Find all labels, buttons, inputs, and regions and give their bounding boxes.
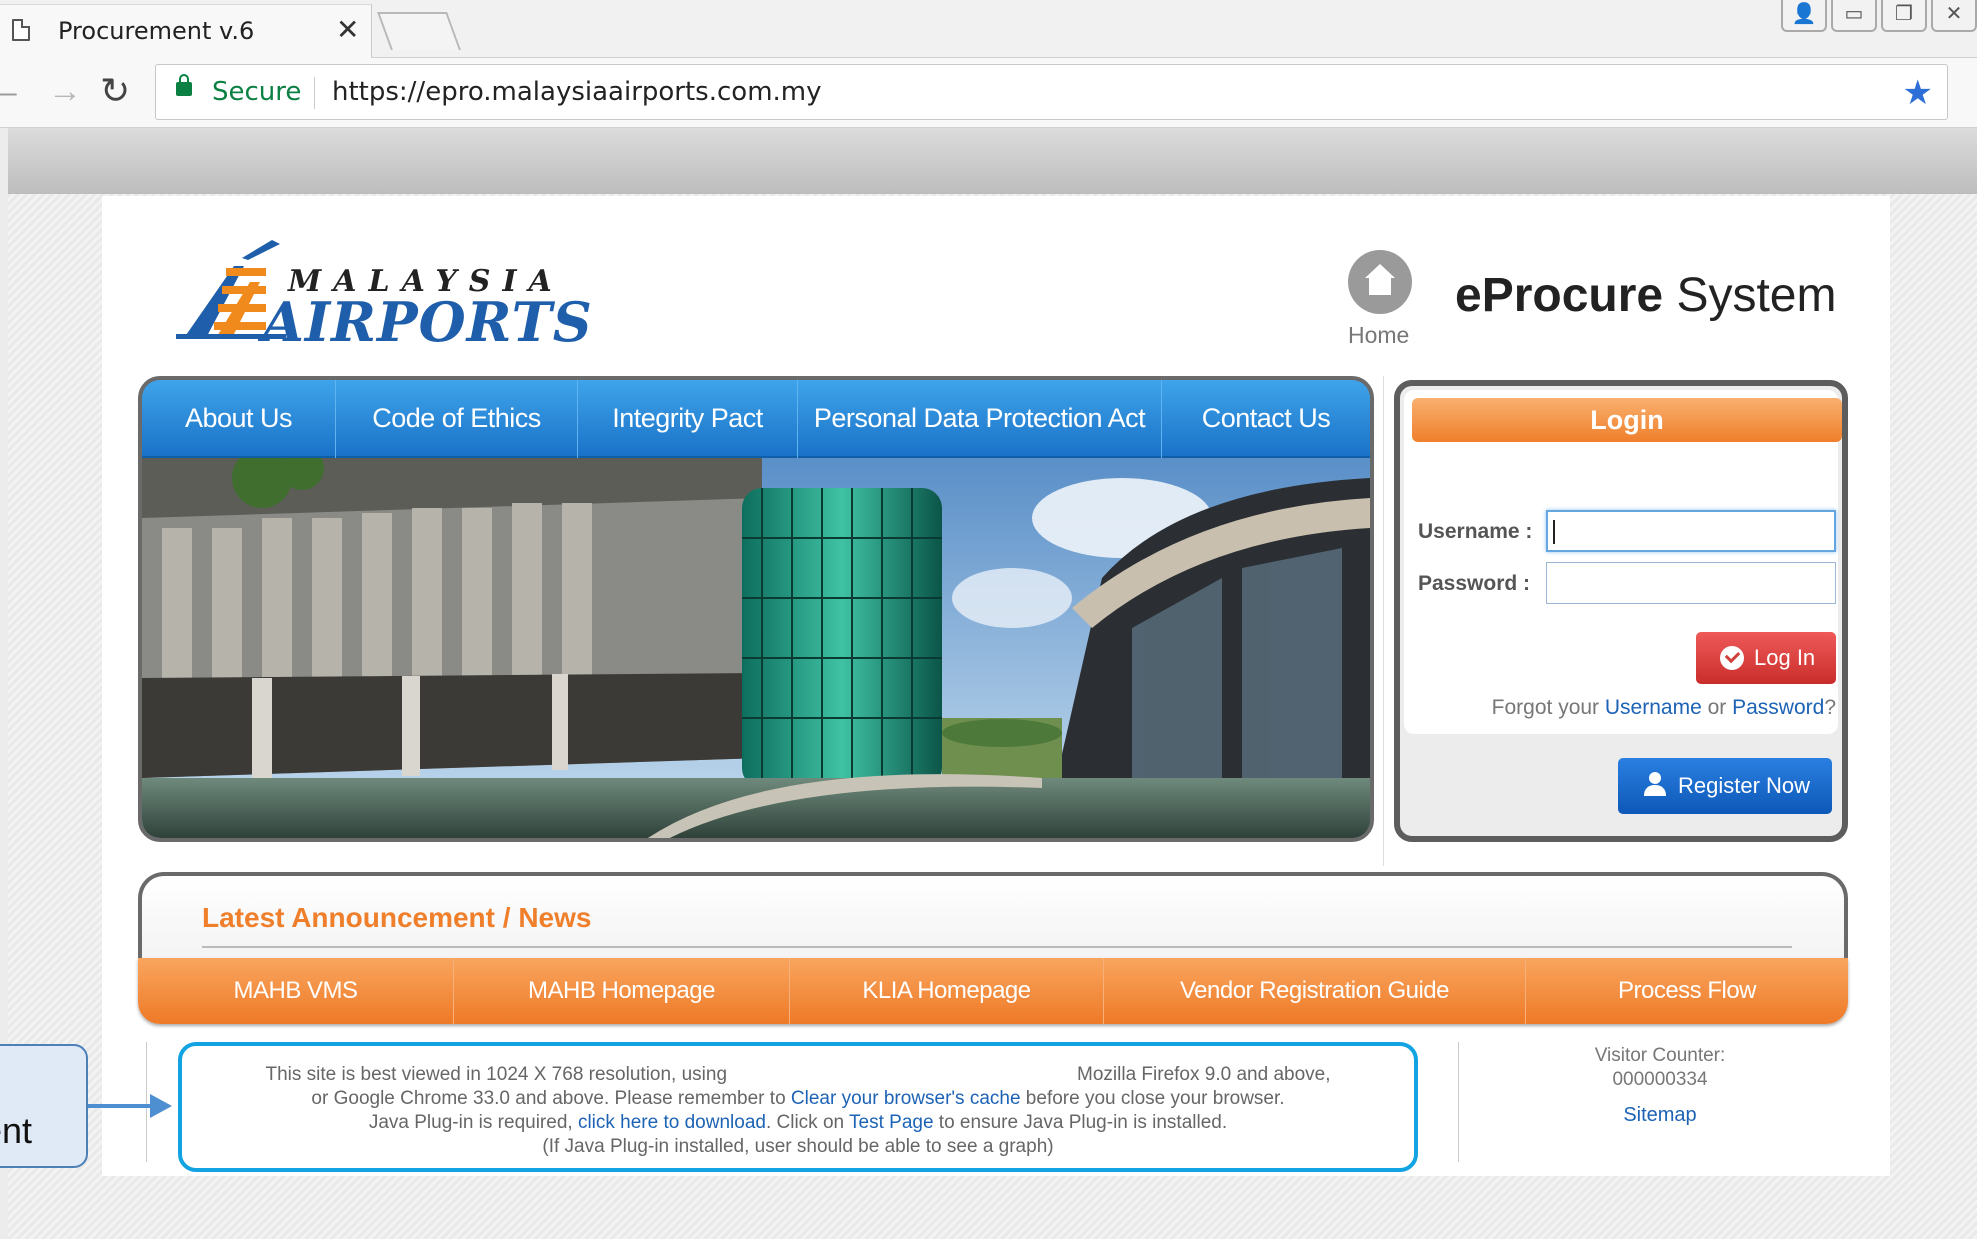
new-tab-button[interactable]: [377, 12, 461, 50]
notice-line-2a: or Google Chrome 33.0 and above. Please …: [311, 1088, 791, 1109]
visitor-counter-value: 000000334: [1612, 1069, 1708, 1090]
footer-divider-left: [146, 1042, 147, 1162]
home-link[interactable]: Home: [1348, 322, 1409, 349]
nav-personal-data-protection-act[interactable]: Personal Data Protection Act: [798, 380, 1162, 458]
username-input[interactable]: [1546, 510, 1836, 552]
announcement-divider: [202, 946, 1792, 948]
footer-vendor-registration-guide[interactable]: Vendor Registration Guide: [1104, 958, 1526, 1024]
check-circle-icon: [1720, 646, 1744, 670]
footer-nav: MAHB VMS MAHB Homepage KLIA Homepage Ven…: [138, 958, 1848, 1024]
page-top-bar: [8, 128, 1977, 194]
login-button[interactable]: Log In: [1696, 632, 1836, 684]
forgot-suffix: ?: [1824, 696, 1836, 719]
logo-text-airports: AIRPORTS: [262, 290, 593, 354]
system-title: eProcure System: [1455, 268, 1836, 323]
window-controls: 👤 ▭ ❐ ✕: [1781, 0, 1977, 34]
notice-line-1: This site is best viewed in 1024 X 768 r…: [182, 1064, 1414, 1086]
banner-frame: About Us Code of Ethics Integrity Pact P…: [138, 376, 1374, 842]
notice-line-3: Java Plug-in is required, click here to …: [182, 1112, 1414, 1134]
nav-contact-us[interactable]: Contact Us: [1162, 380, 1370, 458]
airport-building-banner-image: [142, 458, 1370, 838]
browser-tabstrip: Procurement v.6 ✕ 👤 ▭ ❐ ✕: [0, 0, 1977, 58]
forgot-prefix: Forgot your: [1491, 696, 1605, 719]
footer-mahb-vms[interactable]: MAHB VMS: [138, 958, 454, 1024]
login-form: Login Username : Password : Log In Forgo…: [1404, 390, 1842, 734]
browser-toolbar: ‒ → ↻ Secure https://epro.malaysiaairpor…: [0, 58, 1977, 128]
back-icon[interactable]: ‒: [0, 76, 17, 110]
forgot-or: or: [1701, 696, 1733, 719]
nav-code-of-ethics[interactable]: Code of Ethics: [336, 380, 578, 458]
close-window-button[interactable]: ✕: [1931, 0, 1977, 32]
nav-integrity-pact[interactable]: Integrity Pact: [578, 380, 798, 458]
notice-line-1a: This site is best viewed in 1024 X 768 r…: [265, 1064, 728, 1085]
notice-line-4: (If Java Plug-in installed, user should …: [542, 1136, 1054, 1157]
text-caret: [1553, 520, 1555, 544]
notice-line-2: or Google Chrome 33.0 and above. Please …: [182, 1088, 1414, 1110]
sitemap-link[interactable]: Sitemap: [1560, 1104, 1760, 1127]
omnibox-divider: [314, 77, 315, 109]
login-heading: Login: [1412, 398, 1842, 442]
footer-process-flow[interactable]: Process Flow: [1526, 958, 1848, 1024]
password-label: Password :: [1418, 572, 1531, 595]
address-bar[interactable]: Secure https://epro.malaysiaairports.com…: [155, 64, 1948, 120]
login-button-label: Log In: [1754, 645, 1816, 670]
register-button-label: Register Now: [1678, 773, 1811, 798]
system-title-bold: eProcure: [1455, 269, 1664, 322]
notice-line-2b: before you close your browser.: [1020, 1088, 1285, 1109]
forgot-username-link[interactable]: Username: [1605, 696, 1702, 719]
notice-line-3c: to ensure Java Plug-in is installed.: [933, 1112, 1228, 1133]
register-now-button[interactable]: Register Now: [1618, 758, 1832, 814]
browser-requirements-notice: This site is best viewed in 1024 X 768 r…: [178, 1042, 1418, 1172]
tab-title: Procurement v.6: [58, 17, 255, 45]
announcement-panel: Latest Announcement / News: [138, 872, 1848, 962]
notice-line-3a: Java Plug-in is required,: [368, 1112, 578, 1133]
system-title-rest: System: [1663, 269, 1837, 322]
main-nav: About Us Code of Ethics Integrity Pact P…: [142, 380, 1370, 458]
document-icon: [12, 19, 30, 41]
test-page-link[interactable]: Test Page: [849, 1112, 934, 1133]
browser-tab[interactable]: Procurement v.6 ✕: [0, 4, 372, 58]
notice-line-3b: . Click on: [765, 1112, 850, 1133]
visitor-counter-label: Visitor Counter:: [1594, 1045, 1726, 1066]
reload-icon[interactable]: ↻: [100, 70, 130, 112]
user-icon: [1642, 772, 1668, 798]
column-divider: [1383, 376, 1384, 866]
login-panel: Login Username : Password : Log In Forgo…: [1394, 380, 1848, 842]
notice-line-1b: Mozilla Firefox 9.0 and above,: [1077, 1064, 1331, 1085]
annotation-callout: ent: [0, 1044, 88, 1168]
footer-klia-homepage[interactable]: KLIA Homepage: [790, 958, 1104, 1024]
announcement-title: Latest Announcement / News: [202, 902, 592, 933]
annotation-arrow-head: [150, 1094, 172, 1118]
restore-button[interactable]: ❐: [1881, 0, 1927, 32]
username-label: Username :: [1418, 520, 1533, 543]
visitor-counter: Visitor Counter: 000000334: [1560, 1044, 1760, 1092]
tab-close-icon[interactable]: ✕: [336, 13, 359, 46]
nav-about-us[interactable]: About Us: [142, 380, 336, 458]
password-input[interactable]: [1546, 562, 1836, 604]
clear-cache-link[interactable]: Clear your browser's cache: [791, 1088, 1021, 1109]
malaysia-airports-logo[interactable]: MALAYSIA AIRPORTS: [176, 218, 592, 354]
forgot-credentials: Forgot your Username or Password?: [1444, 696, 1836, 720]
bookmark-star-icon[interactable]: ★: [1903, 73, 1933, 113]
footer-divider-right: [1458, 1042, 1459, 1162]
forward-icon[interactable]: →: [48, 72, 82, 111]
home-icon[interactable]: [1348, 250, 1412, 314]
java-download-link[interactable]: click here to download: [578, 1112, 766, 1133]
minimize-button[interactable]: ▭: [1831, 0, 1877, 32]
url-text[interactable]: https://epro.malaysiaairports.com.my: [332, 77, 822, 107]
profile-icon[interactable]: 👤: [1781, 0, 1827, 32]
secure-label: Secure: [212, 77, 302, 107]
forgot-password-link[interactable]: Password: [1732, 696, 1824, 719]
footer-mahb-homepage[interactable]: MAHB Homepage: [454, 958, 790, 1024]
lock-icon: [176, 74, 192, 96]
annotation-callout-text: ent: [0, 1110, 33, 1151]
annotation-arrow: [88, 1104, 156, 1108]
